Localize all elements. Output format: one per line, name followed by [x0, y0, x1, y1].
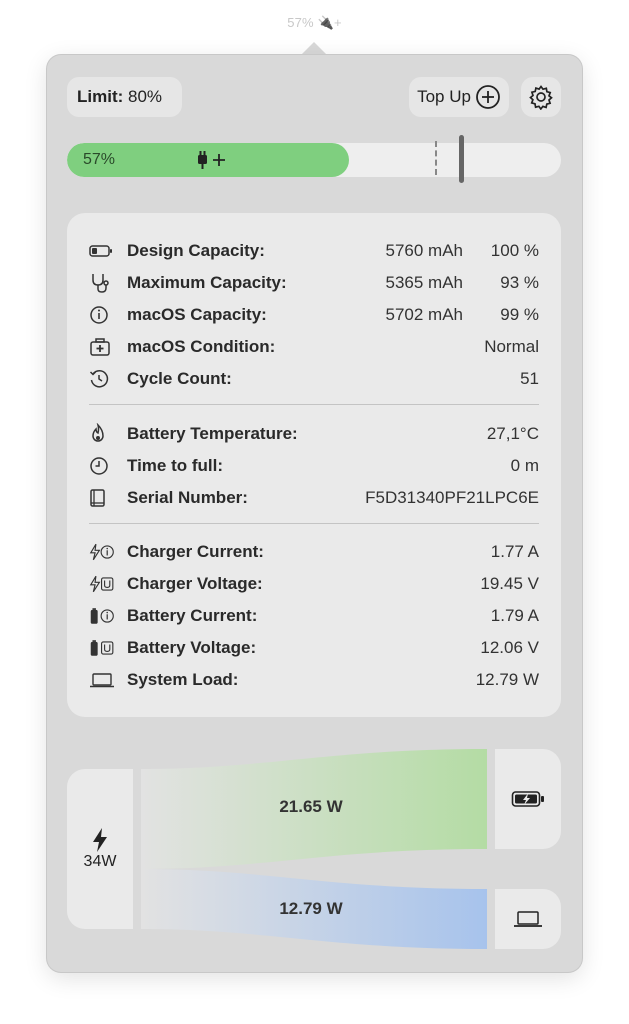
divider [89, 523, 539, 524]
divider [89, 404, 539, 405]
battery-node [495, 749, 561, 849]
info-row-charger-voltage: Charger Voltage: 19.45 V [89, 568, 539, 600]
menubar-battery-status[interactable]: 57% 🔌+ [0, 15, 629, 31]
info-row-battery-voltage: Battery Voltage: 12.06 V [89, 632, 539, 664]
battery-popover: Limit: 80% Top Up 57% Design Capacity: 5… [47, 55, 582, 972]
info-row-system-load: System Load: 12.79 W [89, 664, 539, 696]
info-gauge-icon [89, 304, 115, 326]
info-label: Maximum Capacity: [127, 273, 287, 292]
info-label: Time to full: [127, 456, 224, 475]
battery-flow-watts: 21.65 W [279, 797, 343, 816]
info-label: System Load: [127, 670, 239, 689]
info-row-maximum-capacity: Maximum Capacity: 5365 mAh 93 % [89, 267, 539, 299]
info-row-macos-condition: macOS Condition: Normal [89, 331, 539, 363]
info-value: 1.79 A [490, 606, 539, 625]
popover-caret [300, 42, 328, 56]
info-row-design-capacity: Design Capacity: 5760 mAh 100 % [89, 235, 539, 267]
info-label: Design Capacity: [127, 241, 265, 260]
charger-node: 34W [67, 769, 133, 929]
battery-info-card: Design Capacity: 5760 mAh 100 % Maximum … [67, 213, 561, 717]
bolt-icon [93, 828, 107, 852]
bolt-u-icon [89, 573, 115, 595]
plus-circle-icon [476, 85, 500, 109]
battery-info-icon [89, 605, 115, 627]
top-up-label: Top Up [417, 87, 471, 106]
power-flow-diagram: 34W 21.65 W 12.79 W [67, 749, 561, 954]
info-label: Serial Number: [127, 488, 248, 507]
info-value: 0 m [510, 456, 539, 475]
info-value: 1.77 A [490, 542, 539, 561]
info-label: macOS Condition: [127, 337, 276, 356]
stethoscope-icon [89, 272, 115, 294]
laptop-icon [514, 911, 542, 927]
info-label: Charger Voltage: [127, 574, 263, 593]
settings-button[interactable] [521, 77, 561, 117]
info-row-serial-number: Serial Number: F5D31340PF21LPC6E [89, 482, 539, 514]
info-label: Battery Voltage: [127, 638, 257, 657]
info-row-battery-current: Battery Current: 1.79 A [89, 600, 539, 632]
info-value: 27,1°C [486, 424, 539, 443]
charge-limit-handle[interactable] [459, 135, 464, 183]
charge-limit-marker [435, 141, 437, 175]
info-value: 51 [520, 369, 539, 388]
bolt-info-icon [89, 541, 115, 563]
limit-label: Limit: [77, 87, 124, 106]
info-value: 12.06 V [480, 638, 539, 657]
info-value: 5702 mAh [385, 305, 464, 324]
info-row-charger-current: Charger Current: 1.77 A [89, 536, 539, 568]
battery-level-bar[interactable]: 57% [67, 143, 561, 177]
info-row-battery-temperature: Battery Temperature: 27,1°C [89, 418, 539, 450]
charger-watts: 34W [83, 853, 117, 870]
info-value: 12.79 W [475, 670, 539, 689]
info-value: Normal [484, 337, 539, 356]
info-label: Charger Current: [127, 542, 264, 561]
book-icon [89, 487, 115, 509]
system-flow-watts: 12.79 W [279, 899, 343, 918]
top-up-button[interactable]: Top Up [409, 77, 509, 117]
system-node [495, 889, 561, 949]
laptop-icon [89, 669, 115, 691]
medical-kit-icon [89, 336, 115, 358]
info-row-macos-capacity: macOS Capacity: 5702 mAh 99 % [89, 299, 539, 331]
info-label: macOS Capacity: [127, 305, 267, 324]
info-percent: 93 % [500, 273, 539, 292]
power-flow-ribbons [141, 749, 487, 949]
info-label: Cycle Count: [127, 369, 232, 388]
battery-outline-icon [89, 240, 115, 262]
limit-button[interactable]: Limit: 80% [67, 77, 182, 117]
battery-u-icon [89, 637, 115, 659]
info-value: 5760 mAh [385, 241, 464, 260]
info-row-time-to-full: Time to full: 0 m [89, 450, 539, 482]
flame-icon [89, 423, 115, 445]
info-value: F5D31340PF21LPC6E [365, 488, 539, 507]
limit-value: 80% [128, 87, 163, 106]
history-icon [89, 368, 115, 390]
battery-charging-icon [511, 791, 544, 807]
info-percent: 99 % [500, 305, 539, 324]
info-label: Battery Current: [127, 606, 258, 625]
plug-charging-icon [198, 151, 225, 169]
info-percent: 100 % [490, 241, 539, 260]
info-value: 19.45 V [480, 574, 539, 593]
gear-icon [529, 85, 553, 110]
info-label: Battery Temperature: [127, 424, 298, 443]
battery-percent: 57% [83, 151, 116, 168]
clock-icon [89, 455, 115, 477]
info-row-cycle-count: Cycle Count: 51 [89, 363, 539, 395]
info-value: 5365 mAh [385, 273, 464, 292]
